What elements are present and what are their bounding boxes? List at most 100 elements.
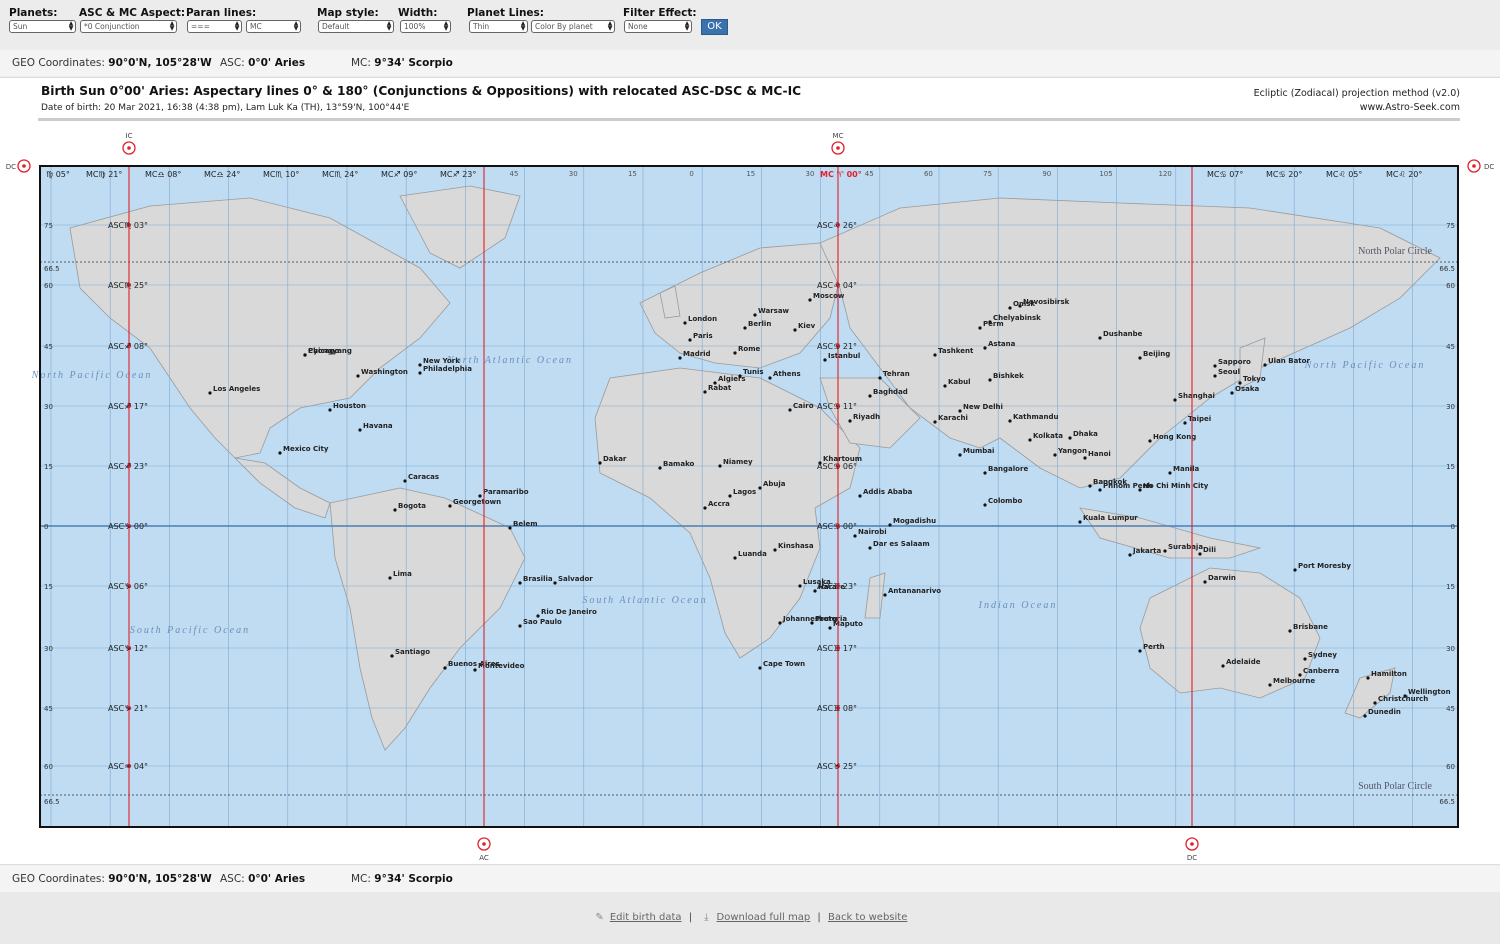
asc-sign-label: ASC♊ 23° xyxy=(817,582,857,591)
map-style-control: Map style: xyxy=(317,7,379,21)
latitude-label: 45 xyxy=(44,705,53,713)
city-dot xyxy=(388,576,392,580)
map-panel: Birth Sun 0°00' Aries: Aspectary lines 0… xyxy=(0,77,1500,865)
city-label: Paris xyxy=(693,332,713,340)
city-label: Bamako xyxy=(663,460,695,468)
angle-marker-label: DC xyxy=(1484,163,1494,171)
angle-marker-dot xyxy=(1472,164,1476,168)
city-label: Salvador xyxy=(558,575,593,583)
city-dot xyxy=(328,408,332,412)
city-dot xyxy=(958,453,962,457)
city-dot xyxy=(808,298,812,302)
aspect-select[interactable]: *0 Conjunction ▲ ▼ xyxy=(80,20,177,33)
city-dot xyxy=(303,353,307,357)
south-polar-circle-label: South Polar Circle xyxy=(1358,781,1432,792)
mc-sign-label: MC♌ 05° xyxy=(1326,170,1362,179)
longitude-label: 15 xyxy=(746,170,755,178)
separator: | xyxy=(817,912,821,923)
city-dot xyxy=(518,581,522,585)
chevron-updown-icon: ▲ ▼ xyxy=(293,20,299,32)
city-dot xyxy=(278,451,282,455)
city-label: Manila xyxy=(1173,465,1199,473)
download-map-link[interactable]: Download full map xyxy=(717,912,811,923)
asc-sign-label: ASC♒ 04° xyxy=(108,762,148,771)
city-dot xyxy=(768,376,772,380)
planets-select[interactable]: Sun ▲ ▼ xyxy=(9,20,76,33)
asc-value: 0°0' Aries xyxy=(248,57,306,69)
latitude-label: 75 xyxy=(44,222,53,230)
city-dot xyxy=(1138,488,1142,492)
latitude-label: 30 xyxy=(1446,645,1455,653)
longitude-label: 90 xyxy=(1042,170,1051,178)
city-label: Kuala Lumpur xyxy=(1083,514,1138,522)
planet-lines-control: Planet Lines: xyxy=(467,7,544,21)
angle-marker-label: DC xyxy=(1187,854,1197,862)
latitude-label: 0 xyxy=(1451,523,1455,531)
world-map[interactable]: North Polar Circle South Polar Circle 75 75… xyxy=(0,78,1500,866)
city-label: Mogadishu xyxy=(893,517,936,525)
latitude-label: 0 xyxy=(44,523,48,531)
city-label: Darwin xyxy=(1208,574,1236,582)
ok-button[interactable]: OK xyxy=(701,19,728,35)
city-label: Dakar xyxy=(603,455,627,463)
line-thickness-value: Thin xyxy=(473,22,490,31)
city-dot xyxy=(658,466,662,470)
edit-birth-data-link[interactable]: Edit birth data xyxy=(610,912,682,923)
width-value: 100% xyxy=(404,22,426,31)
back-to-website-link[interactable]: Back to website xyxy=(828,912,907,923)
city-label: Accra xyxy=(708,500,730,508)
filter-select[interactable]: None ▲ ▼ xyxy=(624,20,692,33)
city-dot xyxy=(933,420,937,424)
city-dot xyxy=(853,534,857,538)
city-dot xyxy=(1183,421,1187,425)
city-dot xyxy=(983,503,987,507)
asc-label: ASC: xyxy=(220,873,245,885)
latitude-label: 15 xyxy=(1446,583,1455,591)
city-dot xyxy=(868,394,872,398)
latitude-label: 15 xyxy=(44,463,53,471)
city-dot xyxy=(598,461,602,465)
latitude-label: 15 xyxy=(1446,463,1455,471)
city-label: Luanda xyxy=(738,550,767,558)
geo-coords-value: 90°0'N, 105°28'W xyxy=(108,873,212,885)
asc-sign-label: ASC♊ 17° xyxy=(817,644,857,653)
city-dot xyxy=(418,363,422,367)
city-label: Tunis xyxy=(743,368,764,376)
paran-angle-select[interactable]: MC ▲ ▼ xyxy=(246,20,301,33)
line-color-select[interactable]: Color By planet ▲ ▼ xyxy=(531,20,615,33)
pencil-icon: ✎ xyxy=(595,912,604,923)
city-label: Ho Chi Minh City xyxy=(1143,482,1209,490)
settings-bar: Planets: Sun ▲ ▼ ASC & MC Aspect: *0 Conju… xyxy=(0,0,1500,50)
city-dot xyxy=(1163,549,1167,553)
city-dot xyxy=(988,378,992,382)
city-label: Bangalore xyxy=(988,465,1028,473)
city-label: Riyadh xyxy=(853,413,880,421)
width-select[interactable]: 100% ▲ ▼ xyxy=(400,20,451,33)
line-thickness-select[interactable]: Thin ▲ ▼ xyxy=(469,20,528,33)
mc-value: 9°34' Scorpio xyxy=(374,873,453,885)
city-label: Belem xyxy=(513,520,538,528)
angle-marker-dot xyxy=(836,146,840,150)
mc-value: 9°34' Scorpio xyxy=(374,57,453,69)
angle-marker-label: IC xyxy=(126,132,133,140)
city-label: New York xyxy=(423,357,460,365)
asc-sign-label: ASC♌ 04° xyxy=(817,281,857,290)
planets-label: Planets: xyxy=(9,7,58,19)
latitude-label: 30 xyxy=(1446,403,1455,411)
mc-sign-label: MC♌ 20° xyxy=(1386,170,1422,179)
city-label: Beijing xyxy=(1143,350,1170,358)
city-dot xyxy=(1213,364,1217,368)
city-label: Nairobi xyxy=(858,528,887,536)
longitude-label: 120 xyxy=(1159,170,1172,178)
paran-line-select[interactable]: === ▲ ▼ xyxy=(187,20,242,33)
chevron-updown-icon: ▲ ▼ xyxy=(684,20,690,32)
geo-coords-label: GEO Coordinates: xyxy=(12,57,105,69)
map-style-select[interactable]: Default ▲ ▼ xyxy=(318,20,394,33)
city-label: Karachi xyxy=(938,414,968,422)
mc-sign-label: MC♏ 10° xyxy=(263,170,299,179)
chevron-updown-icon: ▲ ▼ xyxy=(169,20,175,32)
city-label: New Delhi xyxy=(963,403,1003,411)
city-label: Philadelphia xyxy=(423,365,472,373)
city-dot xyxy=(1078,520,1082,524)
filter-label: Filter Effect: xyxy=(623,7,697,19)
